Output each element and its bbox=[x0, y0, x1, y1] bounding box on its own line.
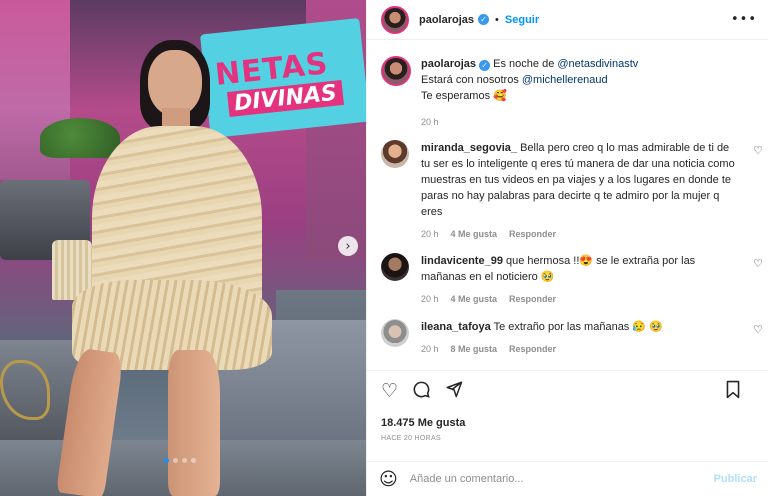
post-timestamp[interactable]: HACE 20 HORAS bbox=[381, 435, 755, 442]
caption-line3: Te esperamos 🥰 bbox=[421, 90, 507, 102]
instagram-post: NETAS DIVINAS › paolarojas ✓ • Seguir ••… bbox=[0, 0, 768, 496]
carousel-dot bbox=[164, 458, 169, 463]
likes-count[interactable]: 18.475 Me gusta bbox=[381, 417, 755, 429]
publish-button[interactable]: Publicar bbox=[714, 473, 757, 485]
caption-username[interactable]: paolarojas bbox=[421, 58, 476, 70]
avatar[interactable] bbox=[381, 319, 409, 347]
comment-likes[interactable]: 8 Me gusta bbox=[451, 341, 498, 357]
avatar[interactable] bbox=[381, 56, 411, 86]
heart-icon[interactable]: ♡ bbox=[381, 381, 398, 401]
share-icon[interactable] bbox=[445, 380, 463, 402]
avatar[interactable] bbox=[381, 5, 409, 34]
mention-link[interactable]: @netasdivinastv bbox=[557, 58, 638, 70]
comment-body: lindavicente_99 que hermosa !!😍 se le ex… bbox=[421, 253, 737, 307]
header-username[interactable]: paolarojas bbox=[419, 14, 474, 26]
follow-button[interactable]: Seguir bbox=[505, 14, 539, 26]
action-row: ♡ bbox=[381, 377, 755, 405]
comment-meta: 20 h 4 Me gusta Responder bbox=[421, 226, 737, 242]
bookmark-icon[interactable] bbox=[725, 380, 741, 402]
person-face bbox=[148, 50, 202, 116]
mention-link[interactable]: @michellerenaud bbox=[522, 74, 608, 86]
caption-time[interactable]: 20 h bbox=[421, 114, 439, 130]
next-slide-button[interactable]: › bbox=[338, 236, 358, 256]
comment-likes[interactable]: 4 Me gusta bbox=[451, 291, 498, 307]
comment-body: ileana_tafoya Te extraño por las mañanas… bbox=[421, 319, 737, 357]
reply-button[interactable]: Responder bbox=[509, 341, 556, 357]
verified-icon: ✓ bbox=[479, 60, 491, 71]
heart-icon[interactable]: ♡ bbox=[753, 257, 763, 270]
comment-meta: 20 h 4 Me gusta Responder bbox=[421, 291, 737, 307]
comment-time[interactable]: 20 h bbox=[421, 291, 439, 307]
avatar[interactable] bbox=[381, 140, 409, 168]
person-leg bbox=[168, 350, 220, 496]
post-media[interactable]: NETAS DIVINAS › bbox=[0, 0, 366, 496]
caption-line1-prefix: Es noche de bbox=[493, 58, 558, 70]
heart-icon[interactable]: ♡ bbox=[753, 144, 763, 157]
comment-text: Te extraño por las mañanas 😥 🥹 bbox=[493, 321, 663, 333]
carousel-dot bbox=[173, 458, 178, 463]
post-sidebar: paolarojas ✓ • Seguir ••• paolarojas ✓ E… bbox=[366, 0, 768, 496]
comment-composer: ☺ Publicar bbox=[367, 461, 768, 496]
heart-icon[interactable]: ♡ bbox=[753, 323, 763, 336]
comment-body: miranda_segovia_ Bella pero creo q lo ma… bbox=[421, 140, 737, 242]
comment-time[interactable]: 20 h bbox=[421, 226, 439, 242]
caption-text: paolarojas ✓ Es noche de @netasdivinastv… bbox=[421, 56, 638, 130]
chevron-right-icon: › bbox=[345, 238, 351, 254]
more-horizontal-icon[interactable]: ••• bbox=[731, 12, 757, 27]
reply-button[interactable]: Responder bbox=[509, 226, 556, 242]
post-header: paolarojas ✓ • Seguir ••• bbox=[367, 0, 768, 40]
carousel-dot bbox=[191, 458, 196, 463]
comment-username[interactable]: lindavicente_99 bbox=[421, 255, 503, 267]
separator-dot: • bbox=[495, 13, 499, 26]
comment-likes[interactable]: 4 Me gusta bbox=[451, 226, 498, 242]
avatar[interactable] bbox=[381, 253, 409, 281]
comment-username[interactable]: miranda_segovia_ bbox=[421, 142, 517, 154]
emoji-icon[interactable]: ☺ bbox=[379, 469, 398, 490]
reply-button[interactable]: Responder bbox=[509, 291, 556, 307]
caption-line2-prefix: Estará con nosotros bbox=[421, 74, 522, 86]
plant-decor bbox=[40, 118, 120, 158]
comment-username[interactable]: ileana_tafoya bbox=[421, 321, 491, 333]
post-actions: ♡ 18.475 Me gusta HACE 20 HORAS bbox=[367, 370, 768, 448]
comment-input[interactable] bbox=[409, 473, 714, 485]
comment-time[interactable]: 20 h bbox=[421, 341, 439, 357]
carousel-dots bbox=[164, 458, 196, 463]
verified-icon: ✓ bbox=[478, 14, 490, 25]
carousel-dot bbox=[182, 458, 187, 463]
comment-icon[interactable] bbox=[412, 380, 431, 403]
comments-scroll[interactable]: paolarojas ✓ Es noche de @netasdivinastv… bbox=[367, 40, 768, 370]
comment-meta: 20 h 8 Me gusta Responder bbox=[421, 341, 737, 357]
